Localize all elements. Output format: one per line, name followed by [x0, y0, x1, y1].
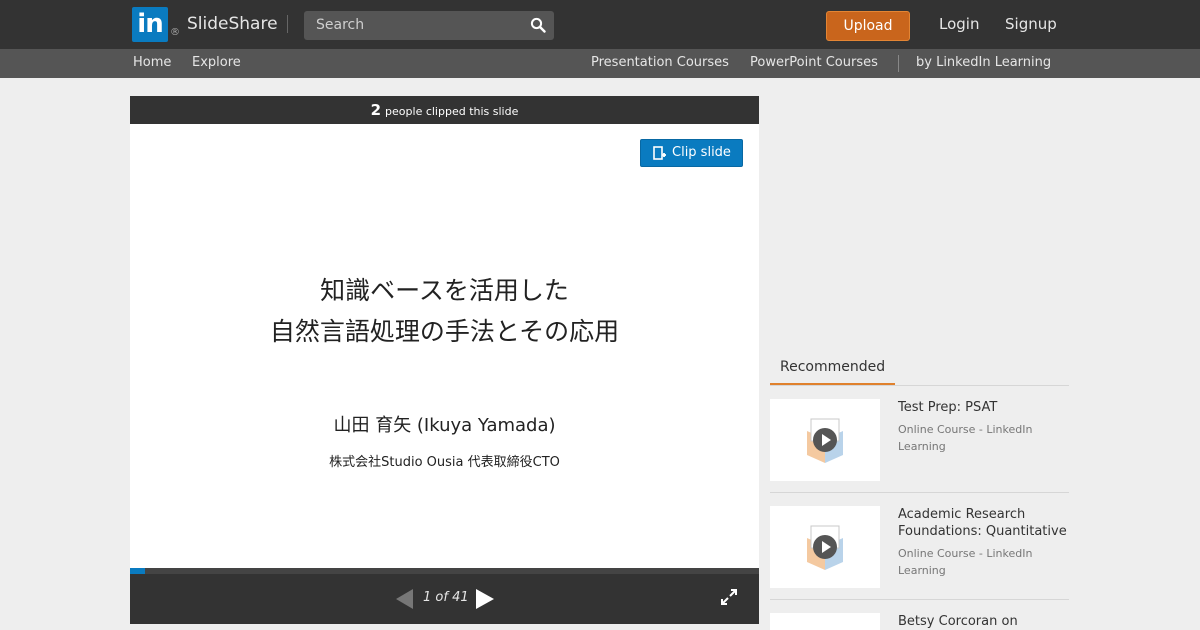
prev-arrow-icon[interactable]: [396, 589, 413, 609]
page-indicator: 1 of 41: [423, 590, 469, 605]
nav-linkedin-learning-link[interactable]: by LinkedIn Learning: [916, 55, 1051, 70]
course-thumbnail[interactable]: [770, 613, 880, 630]
course-thumbnail[interactable]: [770, 506, 880, 588]
clip-count: 2: [370, 101, 382, 119]
slide-title: 知識ベースを活用した 自然言語処理の手法とその応用: [130, 270, 759, 352]
slide-title-line-1: 知識ベースを活用した: [320, 276, 569, 305]
search-box[interactable]: Search: [304, 11, 554, 40]
top-navbar: in ® SlideShare Search Upload Login Sign…: [0, 0, 1200, 49]
recommended-item[interactable]: Academic Research Foundations: Quantitat…: [770, 493, 1069, 600]
signup-link[interactable]: Signup: [1005, 15, 1057, 33]
tab-recommended-label: Recommended: [780, 359, 886, 375]
player-controls: 1 of 41: [130, 574, 759, 624]
nav-home-link[interactable]: Home: [133, 55, 171, 70]
tab-recommended[interactable]: Recommended: [770, 355, 895, 386]
slide-canvas[interactable]: Clip slide 知識ベースを活用した 自然言語処理の手法とその応用 山田 …: [130, 124, 759, 567]
nav-presentation-courses-link[interactable]: Presentation Courses: [591, 55, 729, 70]
slide-player: 2 people clipped this slide Clip slide 知識…: [130, 96, 759, 624]
recommended-subtitle: Online Course - LinkedIn Learning: [898, 547, 1033, 577]
clip-slide-button[interactable]: Clip slide: [640, 139, 743, 167]
next-arrow-icon[interactable]: [476, 589, 494, 609]
login-link[interactable]: Login: [939, 15, 979, 33]
slide-title-line-2: 自然言語処理の手法とその応用: [269, 317, 620, 346]
recommended-subtitle: Online Course - LinkedIn Learning: [898, 423, 1033, 453]
search-input[interactable]: Search: [316, 17, 364, 33]
brand-divider: [287, 15, 288, 33]
upload-button[interactable]: Upload: [826, 11, 910, 41]
nav-powerpoint-courses-link[interactable]: PowerPoint Courses: [750, 55, 878, 70]
slide-company: 株式会社Studio Ousia 代表取締役CTO: [329, 455, 560, 470]
recommended-title[interactable]: Academic Research Foundations: Quantitat…: [898, 506, 1073, 540]
recommended-item[interactable]: Test Prep: PSAT Online Course - LinkedIn…: [770, 386, 1069, 493]
clip-slide-label: Clip slide: [672, 145, 731, 160]
linkedin-logo[interactable]: in: [132, 7, 168, 42]
secondary-navbar: Home Explore Presentation Courses PowerP…: [0, 49, 1200, 78]
clip-count-bar: 2 people clipped this slide: [130, 96, 759, 124]
brand-name[interactable]: SlideShare: [187, 14, 278, 34]
recommended-title[interactable]: Betsy Corcoran on: [898, 613, 1069, 630]
fullscreen-icon[interactable]: [720, 588, 738, 606]
slide-author: 山田 育矢 (Ikuya Yamada): [333, 415, 556, 436]
play-icon[interactable]: [812, 427, 838, 453]
recommended-item[interactable]: Betsy Corcoran on: [770, 600, 1069, 630]
clip-icon: [653, 146, 666, 160]
recommended-title[interactable]: Test Prep: PSAT: [898, 399, 1073, 416]
course-thumbnail[interactable]: [770, 399, 880, 481]
play-icon[interactable]: [812, 534, 838, 560]
registered-mark: ®: [170, 27, 180, 38]
nav-explore-link[interactable]: Explore: [192, 55, 241, 70]
clip-count-text: people clipped this slide: [385, 105, 519, 118]
subnav-divider: [898, 55, 899, 72]
search-icon[interactable]: [530, 17, 546, 33]
